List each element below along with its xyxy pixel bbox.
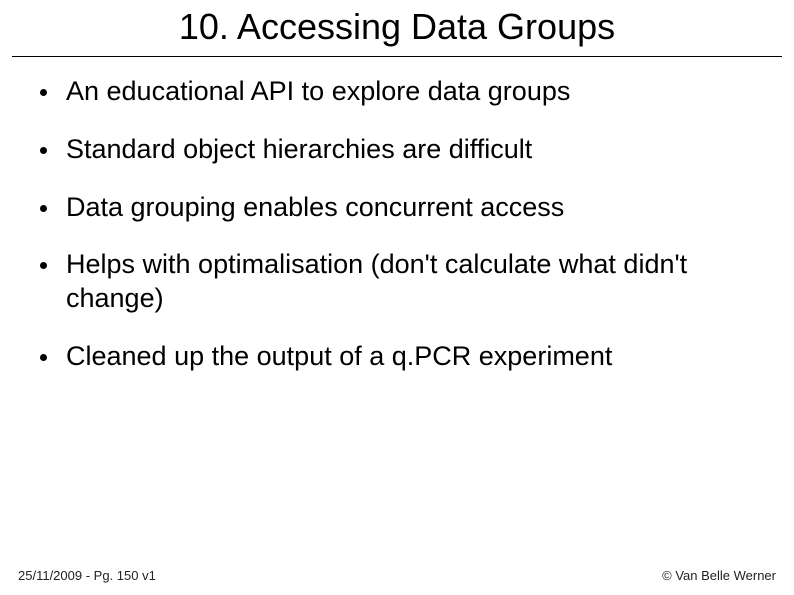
list-item: Cleaned up the output of a q.PCR experim… <box>36 340 758 374</box>
slide: 10. Accessing Data Groups An educational… <box>0 0 794 595</box>
bullet-list: An educational API to explore data group… <box>36 75 758 374</box>
slide-title: 10. Accessing Data Groups <box>0 0 794 56</box>
list-item: Data grouping enables concurrent access <box>36 191 758 225</box>
slide-content: An educational API to explore data group… <box>0 57 794 374</box>
list-item: Standard object hierarchies are difficul… <box>36 133 758 167</box>
list-item: An educational API to explore data group… <box>36 75 758 109</box>
footer-left: 25/11/2009 - Pg. 150 v1 <box>18 568 156 583</box>
list-item: Helps with optimalisation (don't calcula… <box>36 248 758 316</box>
footer-right: © Van Belle Werner <box>662 568 776 583</box>
slide-footer: 25/11/2009 - Pg. 150 v1 © Van Belle Wern… <box>0 568 794 583</box>
